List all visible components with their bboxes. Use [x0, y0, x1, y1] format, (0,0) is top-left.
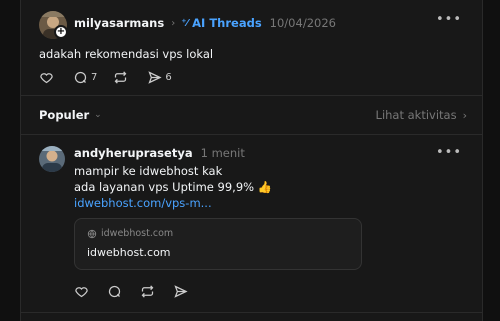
- post-text: adakah rekomendasi vps lokal: [39, 47, 214, 61]
- divider: [21, 134, 482, 135]
- username[interactable]: milyasarmans: [74, 16, 164, 30]
- reply-line: ada layanan vps Uptime 99,9% 👍: [74, 180, 273, 194]
- more-options-icon[interactable]: •••: [436, 12, 462, 27]
- chevron-right-icon: ›: [462, 108, 467, 122]
- card-domain: idwebhost.com: [87, 228, 173, 239]
- repost-icon: [141, 285, 154, 298]
- post-date: 10/04/2026: [269, 16, 336, 30]
- send-icon: [148, 71, 162, 84]
- post-actions: 7 6: [39, 70, 188, 85]
- username[interactable]: andyheruprasetya: [74, 146, 193, 160]
- comment-icon: [74, 71, 87, 84]
- heart-icon: [75, 287, 88, 298]
- link-preview-card[interactable]: idwebhost.com idwebhost.com: [74, 218, 362, 270]
- share-button[interactable]: [173, 284, 191, 299]
- activity-label: Lihat aktivitas: [375, 108, 457, 122]
- card-title: idwebhost.com: [87, 246, 171, 259]
- reply-meta: andyheruprasetya 1 menit: [74, 146, 245, 160]
- comment-button[interactable]: [107, 284, 125, 299]
- share-button[interactable]: 6: [147, 70, 172, 85]
- reply-text: mampir ke idwebhost kak ada layanan vps …: [74, 163, 272, 211]
- share-count: 6: [165, 72, 172, 83]
- reply-actions: [74, 284, 206, 299]
- more-options-icon[interactable]: •••: [436, 145, 462, 160]
- repost-button[interactable]: [113, 70, 131, 85]
- globe-icon: [87, 229, 97, 238]
- comment-icon: [108, 285, 121, 298]
- sort-dropdown[interactable]: Populer ⌄: [39, 108, 102, 122]
- reply-line: mampir ke idwebhost kak: [74, 164, 223, 178]
- avatar[interactable]: [39, 146, 65, 172]
- view-activity-link[interactable]: Lihat aktivitas ›: [376, 108, 467, 122]
- like-button[interactable]: [74, 284, 92, 299]
- reply-time: 1 menit: [200, 146, 245, 160]
- repost-button[interactable]: [140, 284, 158, 299]
- topic-icon: ⁺⁄: [181, 17, 189, 29]
- comment-count: 7: [91, 72, 98, 83]
- topic-label: AI Threads: [192, 16, 262, 30]
- send-icon: [174, 285, 188, 298]
- replies-header: Populer ⌄ Lihat aktivitas ›: [39, 108, 467, 122]
- card-domain-label: idwebhost.com: [101, 228, 174, 239]
- like-button[interactable]: [39, 70, 57, 85]
- topic-tag[interactable]: ⁺⁄ AI Threads: [181, 16, 261, 30]
- thread-panel: + milyasarmans › ⁺⁄ AI Threads 10/04/202…: [20, 0, 483, 321]
- chevron-right-icon: ›: [171, 17, 176, 29]
- heart-icon: [40, 73, 53, 84]
- comment-button[interactable]: 7: [73, 70, 97, 85]
- chevron-down-icon: ⌄: [94, 110, 102, 120]
- divider: [21, 312, 482, 313]
- follow-plus-icon[interactable]: +: [54, 25, 68, 39]
- divider: [21, 95, 482, 96]
- repost-icon: [114, 71, 127, 84]
- post-meta: milyasarmans › ⁺⁄ AI Threads 10/04/2026: [74, 16, 336, 30]
- sort-label: Populer: [39, 108, 90, 122]
- reply-link[interactable]: idwebhost.com/vps-m...: [74, 195, 272, 211]
